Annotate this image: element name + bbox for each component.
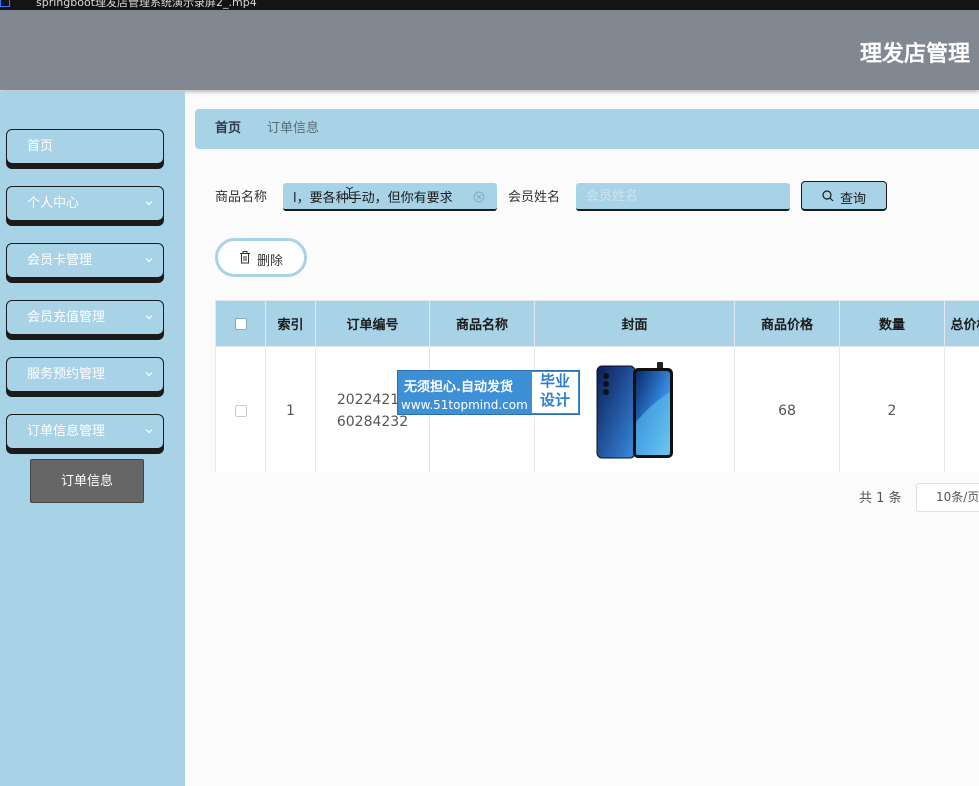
chevron-down-icon [145, 429, 153, 434]
query-button-label: 查询 [840, 192, 867, 207]
sidebar-item-home[interactable]: 首页 [6, 129, 164, 164]
column-header[interactable]: 订单编号 [315, 300, 430, 347]
breadcrumb-current: 订单信息 [267, 121, 320, 136]
row-checkbox[interactable] [234, 405, 247, 417]
breadcrumb-home[interactable]: 首页 [215, 109, 241, 149]
sidebar-item-label: 首页 [27, 139, 54, 154]
column-header[interactable]: 总价格 [944, 300, 979, 347]
watermark-url: www.51topmind.com [401, 398, 528, 412]
text-cursor-icon [345, 186, 354, 200]
clear-icon[interactable] [473, 191, 485, 203]
watermark-banner: 无须担心.自动发货 www.51topmind.com 毕业 设计 [397, 370, 580, 415]
delete-button-label: 删除 [257, 254, 284, 269]
breadcrumb-separator: / [251, 121, 256, 136]
watermark-badge: 毕业 设计 [532, 372, 578, 413]
sidebar-item-label: 个人中心 [27, 196, 80, 211]
pagination-total: 共 1 条 [859, 491, 902, 506]
app-icon [0, 0, 10, 7]
column-header[interactable]: 封面 [534, 300, 735, 347]
select-all-cell [215, 300, 266, 347]
sidebar-item-order-management[interactable]: 订单信息管理 [6, 414, 164, 449]
trash-icon [240, 251, 250, 264]
chevron-down-icon [145, 201, 153, 206]
order-table: 索引 订单编号 商品名称 封面 商品价格 数量 总价格 1 2022421360… [215, 300, 979, 472]
sidebar-item-member-recharge[interactable]: 会员充值管理 [6, 300, 164, 335]
chevron-down-icon [145, 258, 153, 263]
cell-total [944, 346, 979, 472]
watermark-badge-line1: 毕业 [539, 372, 570, 390]
sidebar-subitem-order-info[interactable]: 订单信息 [30, 459, 144, 503]
cell-index: 1 [265, 346, 316, 472]
window-titlebar: springboot理发店管理系统演示录屏2_.mp4 [0, 0, 979, 10]
table-header-row: 索引 订单编号 商品名称 封面 商品价格 数量 总价格 [215, 300, 979, 347]
order-no-line2: 60284232 [336, 414, 409, 430]
sidebar-item-label: 会员充值管理 [27, 310, 106, 325]
member-name-input[interactable] [576, 183, 790, 211]
watermark-badge-line2: 设计 [539, 391, 570, 409]
phone-cover-image [596, 362, 673, 459]
watermark-text: 无须担心.自动发货 [404, 380, 513, 395]
product-name-label: 商品名称 [215, 190, 268, 205]
sidebar-item-member-card[interactable]: 会员卡管理 [6, 243, 164, 278]
query-button[interactable]: 查询 [801, 181, 887, 211]
table-row: 1 20224213 60284232 68 2 [215, 346, 979, 472]
sidebar-item-personal-center[interactable]: 个人中心 [6, 186, 164, 221]
sidebar: 首页 个人中心 会员卡管理 会员充值管理 服务预约管理 订单信息管理 订单信息 [0, 91, 185, 786]
column-header[interactable]: 索引 [265, 300, 316, 347]
cell-quantity: 2 [839, 346, 945, 472]
sidebar-item-service-booking[interactable]: 服务预约管理 [6, 357, 164, 392]
column-header[interactable]: 数量 [839, 300, 945, 347]
product-name-input[interactable] [283, 183, 497, 211]
row-select-cell [215, 346, 266, 472]
cell-price: 68 [734, 346, 840, 472]
breadcrumb: 首页 / 订单信息 [195, 109, 979, 149]
column-header[interactable]: 商品价格 [734, 300, 840, 347]
chevron-down-icon [145, 372, 153, 377]
sidebar-item-label: 服务预约管理 [27, 367, 106, 382]
column-header[interactable]: 商品名称 [429, 300, 535, 347]
member-name-label: 会员姓名 [508, 190, 561, 205]
sidebar-item-label: 订单信息管理 [27, 424, 106, 439]
select-all-checkbox[interactable] [234, 317, 247, 330]
page-size-select[interactable]: 10条/页 [916, 483, 979, 512]
sidebar-item-label: 会员卡管理 [27, 253, 93, 268]
app-header: 理发店管理 [0, 10, 979, 90]
delete-button[interactable]: 删除 [215, 238, 307, 277]
system-title: 理发店管理 [860, 42, 971, 67]
window-path: springboot理发店管理系统演示录屏2_.mp4 [36, 0, 257, 9]
chevron-down-icon [145, 315, 153, 320]
search-icon [822, 190, 834, 202]
